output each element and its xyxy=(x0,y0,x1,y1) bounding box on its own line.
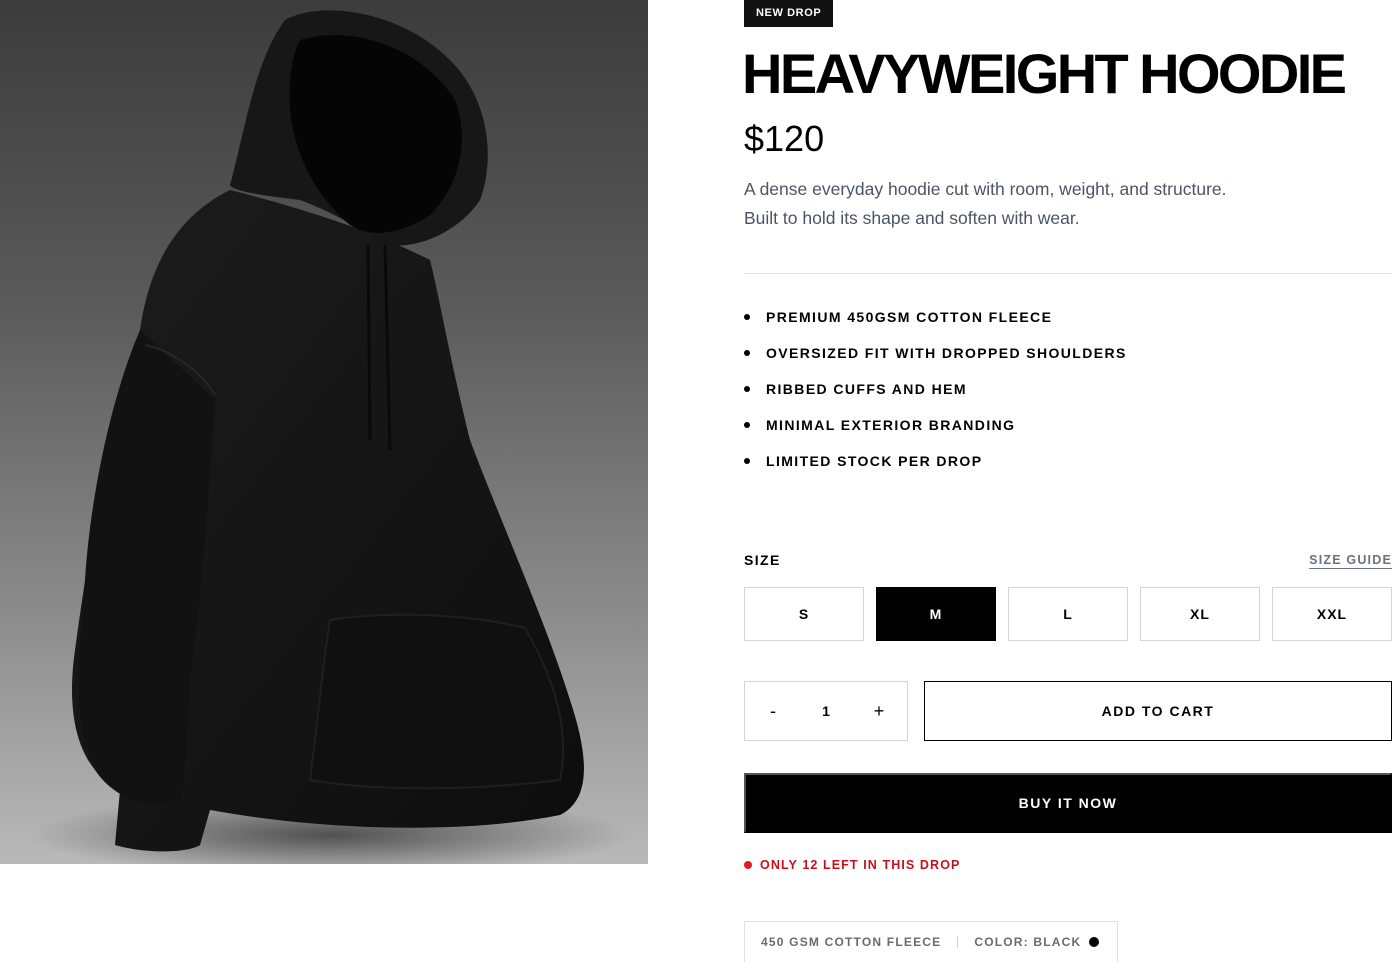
product-description: A dense everyday hoodie cut with room, w… xyxy=(744,175,1304,233)
feature-item: PREMIUM 450GSM COTTON FLEECE xyxy=(744,304,1127,340)
size-label: SIZE xyxy=(744,552,781,568)
product-price: $120 xyxy=(744,118,825,159)
size-selector: S M L XL XXL xyxy=(744,587,1392,641)
bullet-icon xyxy=(744,422,750,428)
description-line: A dense everyday hoodie cut with room, w… xyxy=(744,179,1227,199)
product-details: NEW DROP HEAVYWEIGHT HOODIE $120 A dense… xyxy=(742,0,1392,962)
size-option-xxl[interactable]: XXL xyxy=(1272,587,1392,641)
stock-notice: ONLY 12 LEFT IN THIS DROP xyxy=(744,857,960,873)
quantity-decrease-button[interactable]: - xyxy=(745,682,801,740)
product-title: HEAVYWEIGHT HOODIE xyxy=(742,42,1347,105)
feature-item: LIMITED STOCK PER DROP xyxy=(744,448,1127,484)
feature-item: OVERSIZED FIT WITH DROPPED SHOULDERS xyxy=(744,340,1127,376)
size-option-l[interactable]: L xyxy=(1008,587,1128,641)
material-label: 450 GSM COTTON FLEECE xyxy=(761,935,942,949)
size-option-s[interactable]: S xyxy=(744,587,864,641)
feature-item: MINIMAL EXTERIOR BRANDING xyxy=(744,412,1127,448)
add-to-cart-button[interactable]: ADD TO CART xyxy=(924,681,1392,741)
bullet-icon xyxy=(744,350,750,356)
size-guide-link[interactable]: SIZE GUIDE xyxy=(1309,553,1392,567)
new-drop-badge: NEW DROP xyxy=(744,0,834,27)
feature-text: MINIMAL EXTERIOR BRANDING xyxy=(766,417,1016,433)
feature-text: PREMIUM 450GSM COTTON FLEECE xyxy=(766,309,1053,325)
meta-divider xyxy=(957,936,959,948)
feature-text: LIMITED STOCK PER DROP xyxy=(766,453,983,469)
feature-text: OVERSIZED FIT WITH DROPPED SHOULDERS xyxy=(766,345,1127,361)
quantity-increase-button[interactable]: + xyxy=(851,682,907,740)
feature-list: PREMIUM 450GSM COTTON FLEECE OVERSIZED F… xyxy=(744,304,1127,484)
description-line: Built to hold its shape and soften with … xyxy=(744,208,1080,228)
size-option-xl[interactable]: XL xyxy=(1140,587,1260,641)
bullet-icon xyxy=(744,458,750,464)
size-option-m[interactable]: M xyxy=(876,587,996,641)
feature-item: RIBBED CUFFS AND HEM xyxy=(744,376,1127,412)
feature-text: RIBBED CUFFS AND HEM xyxy=(766,381,967,397)
bullet-icon xyxy=(744,314,750,320)
product-image xyxy=(0,0,648,864)
quantity-stepper: - 1 + xyxy=(744,681,908,741)
buy-now-button[interactable]: BUY IT NOW xyxy=(744,773,1392,833)
stock-indicator-icon xyxy=(744,861,752,869)
hoodie-illustration xyxy=(30,10,630,864)
quantity-value[interactable]: 1 xyxy=(801,682,851,740)
stock-text: ONLY 12 LEFT IN THIS DROP xyxy=(760,858,961,872)
product-meta: 450 GSM COTTON FLEECE COLOR: BLACK xyxy=(744,921,1118,962)
color-label: COLOR: BLACK xyxy=(974,935,1082,949)
color-swatch-icon xyxy=(1089,937,1100,947)
bullet-icon xyxy=(744,386,750,392)
divider xyxy=(744,273,1392,274)
